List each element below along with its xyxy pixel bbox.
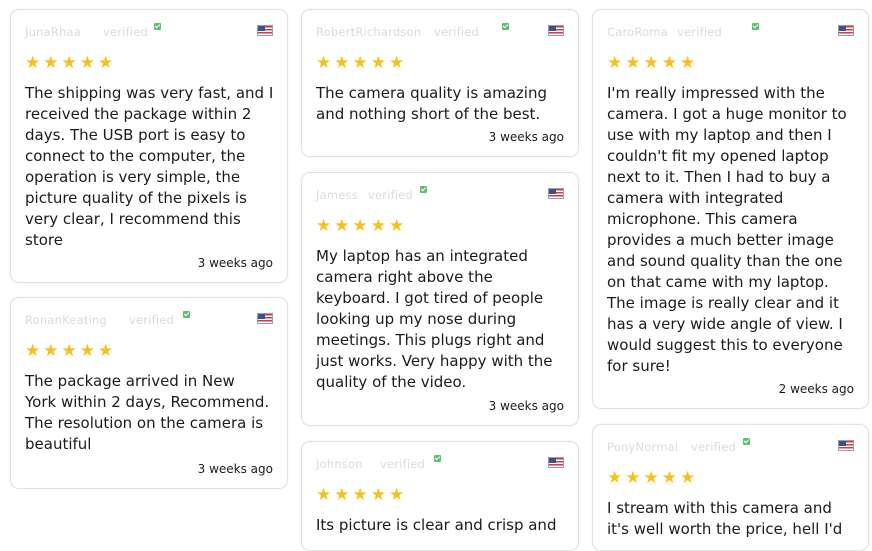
review-card: RobertRichardson verified ★ ★ ★ ★ ★ The came… [301,9,579,157]
reviewer-header: RobertRichardson verified [316,23,556,41]
us-flag-icon [257,25,273,36]
review-text: The camera quality is amazing and nothin… [316,84,547,123]
verified-label: verified [103,25,149,39]
reviewer-name: Jamess [316,188,358,202]
star-rating: ★ ★ ★ ★ ★ [25,341,116,360]
verified-label: verified [691,440,737,454]
review-text: The package arrived in New York within 2… [25,372,270,453]
star-rating: ★ ★ ★ ★ ★ [607,468,698,487]
verified-label: verified [434,25,480,39]
star-icon: ★ [334,53,350,73]
star-icon: ★ [370,53,386,73]
star-icon: ★ [389,216,405,236]
star-icon: ★ [625,53,641,73]
star-icon: ★ [389,53,405,73]
verified-label: verified [380,457,426,471]
reviewer-header: Jamess verified [316,186,556,204]
verified-label: verified [677,25,723,39]
star-icon: ★ [389,485,405,505]
review-text: The shipping was very fast, and I receiv… [25,84,274,249]
star-icon: ★ [43,341,59,361]
review-card: Johnson verified ★ ★ ★ ★ ★ Its picture is cl… [301,441,579,551]
review-card: CaroRoma verified ★ ★ ★ ★ ★ I'm really impre… [592,9,869,409]
verified-check-icon [743,438,750,445]
review-age: 2 weeks ago [778,382,854,396]
review-age: 3 weeks ago [197,462,273,476]
star-icon: ★ [370,485,386,505]
reviewer-header: Johnson verified [316,455,556,473]
reviewer-name: JunaRhaa [25,25,81,39]
review-text: My laptop has an integrated camera right… [316,247,553,391]
star-rating: ★ ★ ★ ★ ★ [316,485,407,504]
star-icon: ★ [79,341,95,361]
review-age: 3 weeks ago [488,130,564,144]
review-card: Jamess verified ★ ★ ★ ★ ★ My laptop has an i… [301,172,579,426]
reviewer-name: RonanKeating [25,313,107,327]
reviewer-name: CaroRoma [607,25,668,39]
review-text: Its picture is clear and crisp and [316,516,557,534]
review-card: PonyNormal verified ★ ★ ★ ★ ★ I stream with … [592,424,869,551]
star-icon: ★ [61,341,77,361]
review-text: I'm really impressed with the camera. I … [607,84,847,375]
star-icon: ★ [25,53,41,73]
star-icon: ★ [334,216,350,236]
review-text: I stream with this camera and it's well … [607,499,843,538]
verified-check-icon [420,186,427,193]
star-icon: ★ [643,468,659,488]
verified-check-icon [434,455,441,462]
review-card: RonanKeating verified ★ ★ ★ ★ ★ The package … [10,297,288,489]
star-icon: ★ [316,53,332,73]
star-icon: ★ [79,53,95,73]
reviewer-name: Johnson [316,457,363,471]
verified-check-icon [183,311,190,318]
us-flag-icon [548,25,564,36]
star-icon: ★ [25,341,41,361]
star-icon: ★ [661,53,677,73]
star-icon: ★ [625,468,641,488]
star-icon: ★ [680,53,696,73]
star-icon: ★ [334,485,350,505]
verified-label: verified [129,313,175,327]
star-rating: ★ ★ ★ ★ ★ [25,53,116,72]
star-icon: ★ [316,216,332,236]
star-rating: ★ ★ ★ ★ ★ [316,216,407,235]
us-flag-icon [838,25,854,36]
review-age: 3 weeks ago [197,256,273,270]
review-age: 3 weeks ago [488,399,564,413]
verified-check-icon [502,23,509,30]
review-card: JunaRhaa verified ★ ★ ★ ★ ★ The shipping was… [10,9,288,283]
star-icon: ★ [352,485,368,505]
reviewer-header: CaroRoma verified [607,23,847,41]
reviewer-header: JunaRhaa verified [25,23,265,41]
star-icon: ★ [43,53,59,73]
us-flag-icon [838,440,854,451]
star-icon: ★ [607,53,623,73]
star-icon: ★ [680,468,696,488]
verified-check-icon [154,23,161,30]
us-flag-icon [548,188,564,199]
star-rating: ★ ★ ★ ★ ★ [316,53,407,72]
star-icon: ★ [352,216,368,236]
us-flag-icon [257,313,273,324]
star-icon: ★ [352,53,368,73]
star-rating: ★ ★ ★ ★ ★ [607,53,698,72]
reviewer-name: RobertRichardson [316,25,422,39]
star-icon: ★ [98,341,114,361]
star-icon: ★ [370,216,386,236]
star-icon: ★ [98,53,114,73]
star-icon: ★ [61,53,77,73]
reviewer-header: RonanKeating verified [25,311,265,329]
reviewer-header: PonyNormal verified [607,438,847,456]
verified-check-icon [752,23,759,30]
star-icon: ★ [316,485,332,505]
reviewer-name: PonyNormal [607,440,679,454]
star-icon: ★ [643,53,659,73]
star-icon: ★ [607,468,623,488]
star-icon: ★ [661,468,677,488]
us-flag-icon [548,457,564,468]
verified-label: verified [368,188,414,202]
